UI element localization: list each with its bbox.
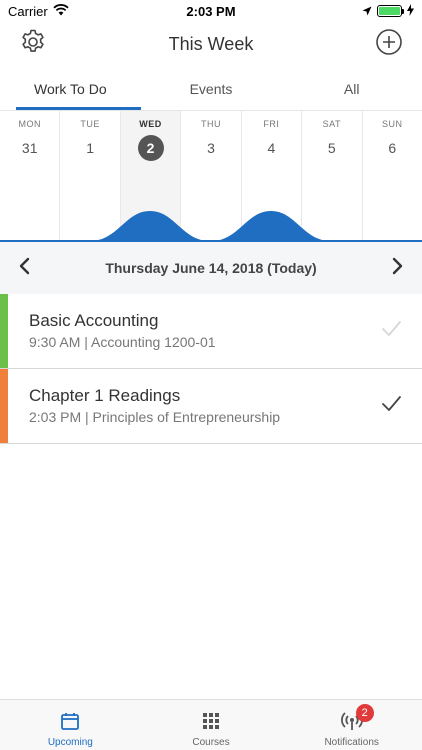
status-bar: Carrier 2:03 PM: [0, 0, 422, 22]
day-number: 1: [86, 140, 95, 156]
item-subtitle: 9:30 AM | Accounting 1200-01: [29, 334, 216, 350]
tab-label: Notifications: [324, 737, 379, 748]
list-item[interactable]: Chapter 1 Readings 2:03 PM | Principles …: [0, 369, 422, 444]
day-name: MON: [18, 119, 41, 129]
day-name: WED: [139, 119, 162, 129]
grid-icon: [199, 709, 223, 733]
next-day-button[interactable]: [386, 256, 410, 280]
day-number: 4: [267, 140, 276, 156]
plus-circle-icon: [375, 28, 403, 61]
day-number: 2: [137, 135, 164, 161]
day-name: SUN: [381, 119, 403, 129]
tab-notifications[interactable]: 2 Notifications: [281, 700, 422, 750]
previous-day-button[interactable]: [12, 256, 36, 280]
tab-upcoming[interactable]: Upcoming: [0, 700, 141, 750]
course-color-bar: [0, 369, 8, 443]
charging-icon: [407, 3, 414, 19]
bottom-tab-bar: Upcoming Courses 2 Notifications: [0, 699, 422, 750]
current-date-label: Thursday June 14, 2018 (Today): [105, 260, 317, 276]
add-button[interactable]: [374, 28, 404, 61]
date-navigator: Thursday June 14, 2018 (Today): [0, 242, 422, 294]
page-title: This Week: [168, 33, 254, 54]
list-item[interactable]: Basic Accounting 9:30 AM | Accounting 12…: [0, 294, 422, 369]
tab-courses[interactable]: Courses: [141, 700, 282, 750]
work-list: Basic Accounting 9:30 AM | Accounting 12…: [0, 294, 422, 444]
day-sun[interactable]: SUN 6: [363, 111, 422, 242]
day-name: FRI: [263, 119, 280, 129]
day-name: TUE: [80, 119, 100, 129]
calendar-icon: [58, 709, 82, 733]
checkmark-icon[interactable]: [380, 318, 402, 340]
day-wed[interactable]: WED 2: [120, 111, 182, 242]
tab-work-to-do[interactable]: Work To Do: [0, 74, 141, 110]
course-color-bar: [0, 294, 8, 368]
chevron-right-icon: [392, 257, 404, 280]
day-sat[interactable]: SAT 5: [302, 111, 363, 242]
item-subtitle: 2:03 PM | Principles of Entrepreneurship: [29, 409, 281, 425]
day-tue[interactable]: TUE 1: [60, 111, 121, 242]
checkmark-icon[interactable]: [380, 393, 402, 415]
gear-icon: [20, 29, 46, 60]
tab-label: Courses: [192, 737, 230, 748]
wifi-icon: [53, 3, 69, 19]
tab-all[interactable]: All: [281, 74, 422, 110]
day-thu[interactable]: THU 3: [181, 111, 242, 242]
day-number: 3: [207, 140, 215, 156]
segment-tabs: Work To Do Events All: [0, 74, 422, 110]
item-title: Chapter 1 Readings: [29, 386, 181, 405]
settings-button[interactable]: [18, 29, 48, 59]
notification-badge: 2: [355, 704, 374, 722]
location-icon: [362, 4, 372, 19]
tab-label: Upcoming: [47, 737, 93, 748]
day-name: THU: [200, 119, 221, 129]
day-name: SAT: [322, 119, 341, 129]
tab-events[interactable]: Events: [141, 74, 282, 110]
battery-icon: [377, 5, 404, 17]
day-number: 31: [21, 140, 38, 156]
week-calendar: MON 31 TUE 1 WED 2 THU 3 FRI 4 SAT 5 SUN…: [0, 110, 422, 242]
day-number: 5: [327, 140, 336, 156]
navigation-header: This Week: [0, 22, 422, 66]
carrier-label: Carrier: [8, 3, 48, 19]
day-number: 6: [388, 140, 397, 156]
day-mon[interactable]: MON 31: [0, 111, 61, 242]
item-title: Basic Accounting: [29, 311, 159, 330]
day-fri[interactable]: FRI 4: [242, 111, 303, 242]
chevron-left-icon: [18, 257, 30, 280]
